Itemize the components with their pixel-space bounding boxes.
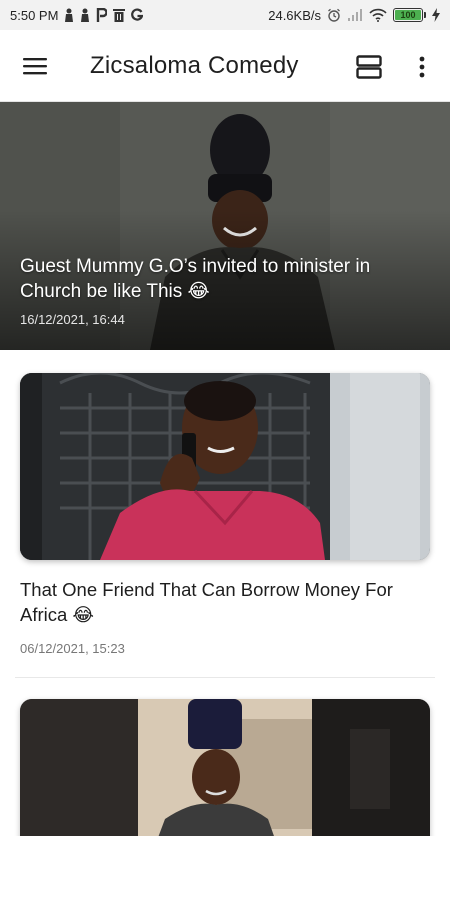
- person-icon: [64, 8, 74, 22]
- divider: [15, 677, 435, 678]
- signal-icon: [347, 8, 363, 22]
- featured-date: 16/12/2021, 16:44: [20, 312, 125, 327]
- pinterest-icon: [96, 8, 108, 22]
- charging-icon: [432, 8, 440, 22]
- post-thumbnail[interactable]: [20, 699, 430, 859]
- hamburger-menu-icon[interactable]: [20, 54, 50, 78]
- featured-title: Guest Mummy G.O’s invited to minister in…: [20, 256, 371, 302]
- bottom-area: [0, 836, 450, 900]
- post-date: 06/12/2021, 15:23: [20, 641, 125, 656]
- wifi-icon: [369, 8, 387, 22]
- view-toggle-icon[interactable]: [354, 52, 384, 82]
- alarm-icon: [327, 8, 341, 22]
- app-bar: Zicsaloma Comedy: [0, 30, 450, 102]
- battery-level: 100: [400, 10, 416, 20]
- post-thumbnail[interactable]: [20, 373, 430, 560]
- status-time: 5:50 PM: [10, 7, 59, 23]
- person-icon: [80, 8, 90, 22]
- post-title[interactable]: That One Friend That Can Borrow Money Fo…: [20, 577, 430, 627]
- trash-icon: [113, 8, 126, 22]
- status-bar: 5:50 PM 24.6KB/s 100: [0, 0, 450, 30]
- google-icon: [131, 8, 144, 22]
- more-vertical-icon[interactable]: [410, 52, 434, 82]
- network-speed: 24.6KB/s: [268, 7, 321, 23]
- featured-post[interactable]: Guest Mummy G.O’s invited to minister in…: [0, 102, 450, 350]
- battery-icon: 100: [393, 8, 426, 22]
- app-title: Zicsaloma Comedy: [90, 52, 299, 79]
